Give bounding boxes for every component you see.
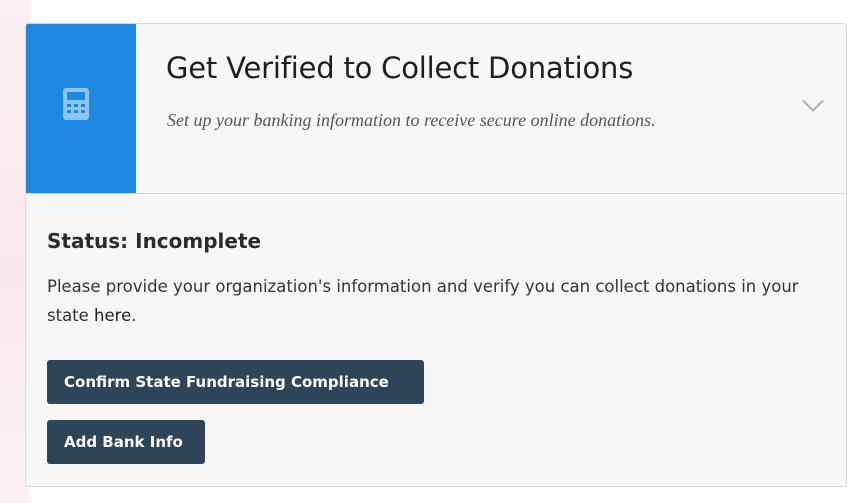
confirm-compliance-button[interactable]: Confirm State Fundraising Compliance xyxy=(47,360,424,404)
status-title: Status: Incomplete xyxy=(47,229,262,253)
add-bank-info-button[interactable]: Add Bank Info xyxy=(47,420,205,464)
card-subtitle: Set up your banking information to recei… xyxy=(167,110,656,130)
status-description-period: . xyxy=(131,306,137,325)
chevron-down-icon[interactable] xyxy=(802,99,824,113)
icon-panel xyxy=(26,24,136,193)
verification-card: Get Verified to Collect Donations Set up… xyxy=(25,23,847,487)
status-description-text: Please provide your organization's infor… xyxy=(47,277,799,325)
status-description: Please provide your organization's infor… xyxy=(47,272,837,330)
card-header[interactable]: Get Verified to Collect Donations Set up… xyxy=(26,24,846,194)
here-link[interactable]: here xyxy=(94,306,131,325)
card-title: Get Verified to Collect Donations xyxy=(166,51,634,85)
calculator-icon xyxy=(63,88,89,120)
